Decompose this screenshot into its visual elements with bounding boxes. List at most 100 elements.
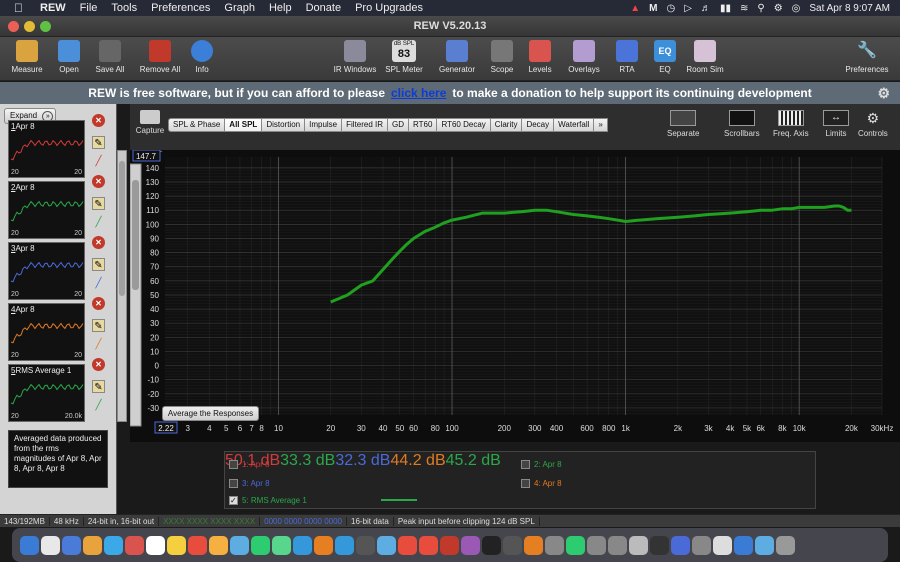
- apple-icon[interactable]: : [0, 1, 33, 15]
- dock-app-icon[interactable]: [545, 535, 564, 555]
- dock-app-icon[interactable]: [272, 535, 291, 555]
- room-sim-button[interactable]: Room Sim: [675, 40, 735, 74]
- tab-rt60[interactable]: RT60: [409, 118, 438, 132]
- menubar-clock[interactable]: Sat Apr 8 9:07 AM: [809, 3, 890, 14]
- tab-distortion[interactable]: Distortion: [262, 118, 306, 132]
- dock-app-icon[interactable]: [251, 535, 270, 555]
- trace-5-color-icon[interactable]: ╱: [92, 399, 105, 412]
- minimize-window-button[interactable]: [24, 21, 35, 32]
- trace-2-color-icon[interactable]: ╱: [92, 216, 105, 229]
- trace-4-color-icon[interactable]: ╱: [92, 338, 105, 351]
- remove-trace-4-icon[interactable]: ✕: [92, 297, 105, 310]
- edit-trace-3-icon[interactable]: ✎: [92, 258, 105, 271]
- separate-button[interactable]: Separate: [667, 110, 699, 138]
- dock-app-icon[interactable]: [293, 535, 312, 555]
- remove-trace-2-icon[interactable]: ✕: [92, 175, 105, 188]
- tab-all-spl[interactable]: All SPL: [225, 118, 263, 132]
- dock-app-icon[interactable]: [524, 535, 543, 555]
- spl-graph[interactable]: 140 130 120 110 100 90 80 70 60 50 40 30 20 10 0 -10 -20…: [130, 150, 900, 442]
- trace-thumbnail-5[interactable]: 5RMS Average 1 20 20.0k: [8, 364, 85, 422]
- battery-icon[interactable]: ▮▮: [720, 3, 731, 14]
- trace-thumbnail-4[interactable]: 4Apr 8 20 20: [8, 303, 85, 361]
- dock-app-icon[interactable]: [377, 535, 396, 555]
- dock-app-icon[interactable]: [608, 535, 627, 555]
- siri-icon[interactable]: ◎: [792, 3, 801, 14]
- dock-app-icon[interactable]: [440, 535, 459, 555]
- scrollbar-thumb[interactable]: [119, 161, 125, 296]
- legend-item-5[interactable]: ✓ 5: RMS Average 1: [229, 494, 307, 506]
- dock-app-icon[interactable]: [755, 535, 774, 555]
- legend-checkbox[interactable]: [521, 478, 530, 488]
- dock-app-icon[interactable]: [335, 535, 354, 555]
- dock-app-icon[interactable]: [692, 535, 711, 555]
- dock-app-icon[interactable]: [671, 535, 690, 555]
- y-max-value[interactable]: 147.7: [136, 152, 157, 161]
- remove-trace-5-icon[interactable]: ✕: [92, 358, 105, 371]
- edit-trace-2-icon[interactable]: ✎: [92, 197, 105, 210]
- trace-1-color-icon[interactable]: ╱: [92, 155, 105, 168]
- dock-app-icon[interactable]: [209, 535, 228, 555]
- wifi-icon[interactable]: ≋: [740, 3, 748, 14]
- play-icon[interactable]: ▷: [684, 3, 692, 14]
- edit-trace-1-icon[interactable]: ✎: [92, 136, 105, 149]
- zoom-window-button[interactable]: [40, 21, 51, 32]
- average-responses-button[interactable]: Average the Responses: [162, 406, 259, 421]
- dock-app-icon[interactable]: [125, 535, 144, 555]
- malwarebytes-icon[interactable]: M: [649, 3, 657, 14]
- legend-item-3[interactable]: 3: Apr 8: [229, 477, 270, 489]
- trace-thumbnail-1[interactable]: 1Apr 8 20 20: [8, 120, 85, 178]
- dock-app-icon[interactable]: [566, 535, 585, 555]
- menu-donate[interactable]: Donate: [299, 2, 348, 14]
- dock-app-icon[interactable]: [587, 535, 606, 555]
- search-icon[interactable]: ⚲: [757, 3, 764, 14]
- dock-app-icon[interactable]: [713, 535, 732, 555]
- tab-decay[interactable]: Decay: [522, 118, 555, 132]
- status-app-icon[interactable]: ▲: [630, 3, 640, 14]
- tab-waterfall[interactable]: Waterfall: [554, 118, 595, 132]
- time-machine-icon[interactable]: ◷: [667, 3, 676, 14]
- menu-file[interactable]: File: [73, 2, 105, 14]
- donation-link[interactable]: click here: [391, 86, 446, 100]
- dock-app-icon[interactable]: [419, 535, 438, 555]
- dock-app-icon[interactable]: [104, 535, 123, 555]
- legend-checkbox[interactable]: [229, 459, 238, 469]
- scrollbars-button[interactable]: Scrollbars: [724, 110, 760, 138]
- tab-spl-phase[interactable]: SPL & Phase: [168, 118, 226, 132]
- control-center-icon[interactable]: ⚙: [774, 3, 783, 14]
- volume-icon[interactable]: ♬: [701, 3, 711, 14]
- dock-app-icon[interactable]: [146, 535, 165, 555]
- dock-app-icon[interactable]: [188, 535, 207, 555]
- panel-scrollbar[interactable]: [117, 150, 127, 422]
- legend-item-4[interactable]: 4: Apr 8: [521, 477, 562, 489]
- legend-item-2[interactable]: 2: Apr 8: [521, 458, 562, 470]
- dock-app-icon[interactable]: [20, 535, 39, 555]
- dock-app-icon[interactable]: [629, 535, 648, 555]
- tab-clarity[interactable]: Clarity: [490, 118, 523, 132]
- trace-thumbnail-3[interactable]: 3Apr 8 20 20: [8, 242, 85, 300]
- tab-filtered-ir[interactable]: Filtered IR: [342, 118, 389, 132]
- spl-meter-button[interactable]: dB SPL 83 SPL Meter: [374, 40, 434, 74]
- freq-axis-button[interactable]: Freq. Axis: [773, 110, 809, 138]
- dock-app-icon[interactable]: [734, 535, 753, 555]
- legend-checkbox[interactable]: [521, 459, 530, 469]
- tab-more-button[interactable]: »: [594, 118, 608, 132]
- info-button[interactable]: Info: [172, 40, 232, 74]
- menu-graph[interactable]: Graph: [217, 2, 262, 14]
- dock-app-icon[interactable]: [398, 535, 417, 555]
- legend-item-1[interactable]: 1: Apr 8: [229, 458, 270, 470]
- dock-app-icon[interactable]: [167, 535, 186, 555]
- dock-app-icon[interactable]: [461, 535, 480, 555]
- menu-app[interactable]: REW: [33, 2, 73, 14]
- limits-button[interactable]: ↔ Limits: [823, 110, 849, 138]
- dock-app-icon[interactable]: [503, 535, 522, 555]
- trace-3-color-icon[interactable]: ╱: [92, 277, 105, 290]
- dock-app-icon[interactable]: [83, 535, 102, 555]
- menu-tools[interactable]: Tools: [104, 2, 144, 14]
- controls-button[interactable]: ⚙ Controls: [858, 110, 888, 138]
- preferences-button[interactable]: 🔧 Preferences: [837, 40, 897, 74]
- menu-pro-upgrades[interactable]: Pro Upgrades: [348, 2, 430, 14]
- capture-button[interactable]: Capture: [132, 110, 168, 135]
- dock-app-icon[interactable]: [356, 535, 375, 555]
- tab-gd[interactable]: GD: [388, 118, 410, 132]
- gear-icon[interactable]: ⚙: [877, 85, 890, 102]
